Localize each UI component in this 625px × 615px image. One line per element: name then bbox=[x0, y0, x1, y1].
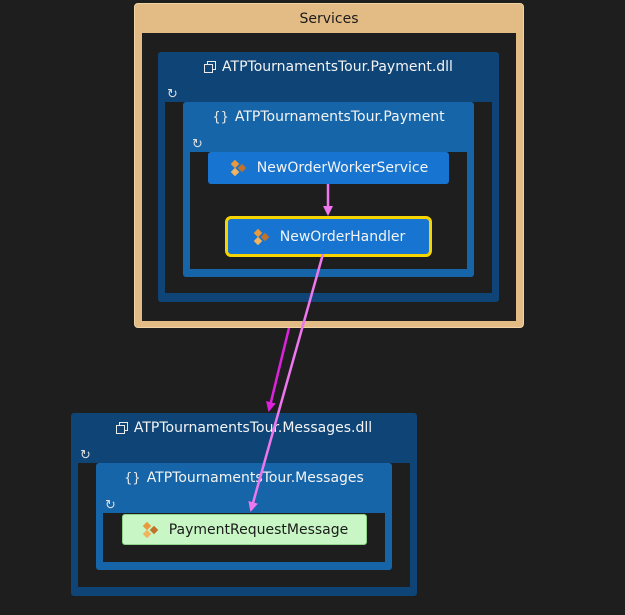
edge-services-to-messages bbox=[266, 327, 291, 412]
edge-handler-to-message bbox=[248, 253, 325, 512]
dependency-edges bbox=[248, 184, 333, 512]
